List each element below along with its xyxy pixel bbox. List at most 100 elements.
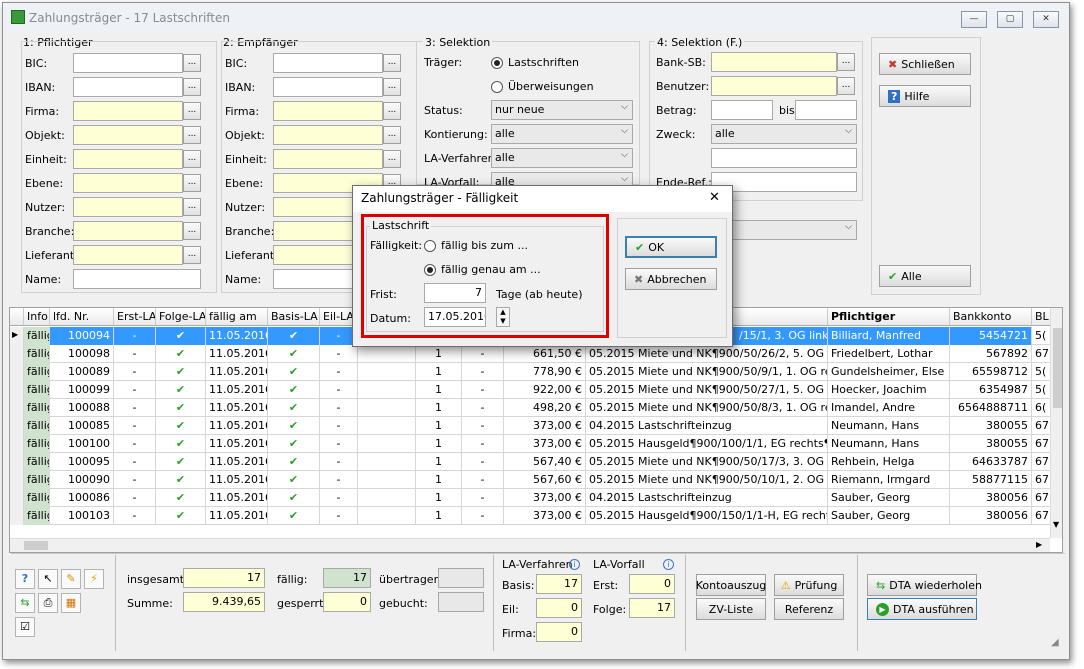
resize-grip-icon[interactable]: ◢ bbox=[1051, 637, 1059, 648]
table-row[interactable]: fällig100099-✔11.05.2016✔-1-922,00 €05.2… bbox=[10, 381, 1056, 399]
column-header[interactable]: Bankkonto bbox=[950, 308, 1032, 326]
hilfe-button[interactable]: ? Hilfe bbox=[879, 85, 971, 107]
pflichtiger-input[interactable] bbox=[73, 125, 183, 145]
empfaenger-input[interactable] bbox=[273, 53, 383, 73]
pflichtiger-input[interactable] bbox=[73, 77, 183, 97]
kontoauszug-button[interactable]: Kontoauszug bbox=[696, 574, 766, 596]
pflichtiger-input[interactable] bbox=[73, 245, 183, 265]
kontierung-select[interactable]: alle ⌵ bbox=[491, 124, 633, 144]
table-row[interactable]: fällig100088-✔11.05.2016✔-1-498,20 €05.2… bbox=[10, 399, 1056, 417]
table-row[interactable]: fällig100095-✔11.05.2016✔-1-567,40 €05.2… bbox=[10, 453, 1056, 471]
pflichtiger-input[interactable] bbox=[73, 149, 183, 169]
column-header[interactable]: lfd. Nr. bbox=[50, 308, 114, 326]
scrollbar-thumb[interactable] bbox=[1053, 328, 1062, 408]
column-header[interactable]: fällig am bbox=[206, 308, 268, 326]
pflichtiger-browse-button[interactable]: ... bbox=[183, 246, 201, 264]
column-header[interactable]: Basis-LA bbox=[268, 308, 320, 326]
spin-up-icon[interactable]: ▲ bbox=[497, 308, 509, 317]
empfaenger-browse-button[interactable]: ... bbox=[383, 78, 401, 96]
betrag-to-input[interactable] bbox=[795, 100, 857, 120]
empfaenger-input[interactable] bbox=[273, 149, 383, 169]
pflichtiger-browse-button[interactable]: ... bbox=[183, 174, 201, 192]
column-header[interactable]: Erst-LA bbox=[114, 308, 156, 326]
dta-wiederholen-button[interactable]: ⇆ DTA wiederholen bbox=[867, 574, 982, 596]
scroll-down-icon[interactable]: ▼ bbox=[1053, 520, 1059, 529]
pflichtiger-input[interactable] bbox=[73, 197, 183, 217]
info-icon[interactable]: i bbox=[569, 559, 580, 570]
pflichtiger-input[interactable] bbox=[73, 101, 183, 121]
radio-faellig-genau[interactable] bbox=[424, 264, 436, 276]
pflichtiger-browse-button[interactable]: ... bbox=[183, 150, 201, 168]
pflichtiger-browse-button[interactable]: ... bbox=[183, 54, 201, 72]
abbrechen-button[interactable]: ✖ Abbrechen bbox=[625, 268, 717, 290]
maximize-button[interactable]: ▢ bbox=[997, 11, 1023, 28]
benutzer-input[interactable] bbox=[711, 76, 837, 96]
minimize-button[interactable]: — bbox=[961, 11, 987, 28]
grid-icon[interactable]: ▦ bbox=[61, 593, 81, 613]
table-row[interactable]: fällig100090-✔11.05.2016✔-1-567,60 €05.2… bbox=[10, 471, 1056, 489]
empfaenger-input[interactable] bbox=[273, 125, 383, 145]
empfaenger-browse-button[interactable]: ... bbox=[383, 150, 401, 168]
help-icon[interactable]: ? bbox=[15, 569, 35, 589]
frist-input[interactable]: 7 bbox=[424, 283, 486, 303]
close-button[interactable]: ✕ bbox=[1033, 11, 1059, 28]
pflichtiger-browse-button[interactable]: ... bbox=[183, 222, 201, 240]
lightning-icon[interactable]: ⚡ bbox=[84, 569, 104, 589]
pflichtiger-browse-button[interactable]: ... bbox=[183, 126, 201, 144]
dialog-close-button[interactable]: ✕ bbox=[709, 190, 720, 205]
scroll-right-icon[interactable]: ▶ bbox=[1036, 540, 1042, 549]
laverfahren-select[interactable]: alle ⌵ bbox=[491, 148, 633, 168]
datum-input[interactable]: 17.05.2016 bbox=[424, 307, 486, 327]
hscrollbar-thumb[interactable] bbox=[24, 541, 48, 550]
column-header[interactable]: Folge-LA bbox=[156, 308, 206, 326]
printer-icon[interactable]: ⎙ bbox=[38, 593, 58, 613]
radio-ueberweisungen[interactable] bbox=[491, 81, 503, 93]
empfaenger-browse-button[interactable]: ... bbox=[383, 126, 401, 144]
ok-button[interactable]: ✔ OK bbox=[625, 236, 717, 258]
spin-down-icon[interactable]: ▼ bbox=[497, 317, 509, 326]
zweck-select[interactable]: alle ⌵ bbox=[711, 124, 857, 144]
betrag-from-input[interactable] bbox=[711, 100, 773, 120]
horizontal-scrollbar[interactable]: ▶ bbox=[10, 538, 1050, 552]
table-row[interactable]: fällig100103-✔11.05.2016✔-1-373,00 €05.2… bbox=[10, 507, 1056, 525]
pruefung-button[interactable]: ⚠ Prüfung bbox=[774, 574, 844, 596]
pflichtiger-input[interactable] bbox=[73, 221, 183, 241]
empfaenger-browse-button[interactable]: ... bbox=[383, 102, 401, 120]
pflichtiger-browse-button[interactable]: ... bbox=[183, 198, 201, 216]
radio-faellig-bis[interactable] bbox=[424, 240, 436, 252]
refresh-icon[interactable]: ⇆ bbox=[15, 593, 35, 613]
table-row[interactable]: fällig100089-✔11.05.2016✔-1-778,90 €05.2… bbox=[10, 363, 1056, 381]
pflichtiger-input[interactable] bbox=[73, 53, 183, 73]
vertical-scrollbar[interactable]: ▼ bbox=[1050, 308, 1062, 538]
referenz-button[interactable]: Referenz bbox=[774, 598, 844, 620]
column-header[interactable]: Pflichtiger bbox=[828, 308, 950, 326]
alle-button[interactable]: ✔ Alle bbox=[879, 265, 971, 287]
pflichtiger-input[interactable] bbox=[73, 269, 201, 289]
status-select[interactable]: nur neue ⌵ bbox=[491, 100, 633, 120]
pencil-icon[interactable]: ✎ bbox=[61, 569, 81, 589]
empfaenger-browse-button[interactable]: ... bbox=[383, 54, 401, 72]
schliessen-button[interactable]: ✖ Schließen bbox=[879, 53, 971, 75]
table-row[interactable]: fällig100085-✔11.05.2016✔-1-373,00 €04.2… bbox=[10, 417, 1056, 435]
benutzer-browse-button[interactable]: ... bbox=[837, 77, 855, 95]
pflichtiger-browse-button[interactable]: ... bbox=[183, 102, 201, 120]
datum-spinner[interactable]: ▲ ▼ bbox=[496, 307, 510, 327]
pflichtiger-input[interactable] bbox=[73, 173, 183, 193]
pflichtiger-browse-button[interactable]: ... bbox=[183, 78, 201, 96]
info-icon[interactable]: i bbox=[663, 559, 674, 570]
pointer-icon[interactable]: ↖ bbox=[38, 569, 58, 589]
empfaenger-input[interactable] bbox=[273, 77, 383, 97]
table-row[interactable]: fällig100086-✔11.05.2016✔-1-373,00 €04.2… bbox=[10, 489, 1056, 507]
banksb-browse-button[interactable]: ... bbox=[837, 53, 855, 71]
checkbox-icon[interactable]: ☑ bbox=[15, 617, 35, 637]
insgesamt-value: 17 bbox=[183, 568, 265, 588]
zvliste-button[interactable]: ZV-Liste bbox=[696, 598, 766, 620]
zweck-text-input[interactable] bbox=[711, 148, 857, 168]
column-header[interactable]: Info bbox=[24, 308, 50, 326]
table-row[interactable]: fällig100100-✔11.05.2016✔-1-373,00 €05.2… bbox=[10, 435, 1056, 453]
banksb-input[interactable] bbox=[711, 52, 837, 72]
radio-lastschriften[interactable] bbox=[491, 57, 503, 69]
empfaenger-input[interactable] bbox=[273, 101, 383, 121]
table-row[interactable]: fällig100098-✔11.05.2016✔-1-661,50 €05.2… bbox=[10, 345, 1056, 363]
dta-ausfuehren-button[interactable]: ▶ DTA ausführen bbox=[867, 598, 977, 620]
